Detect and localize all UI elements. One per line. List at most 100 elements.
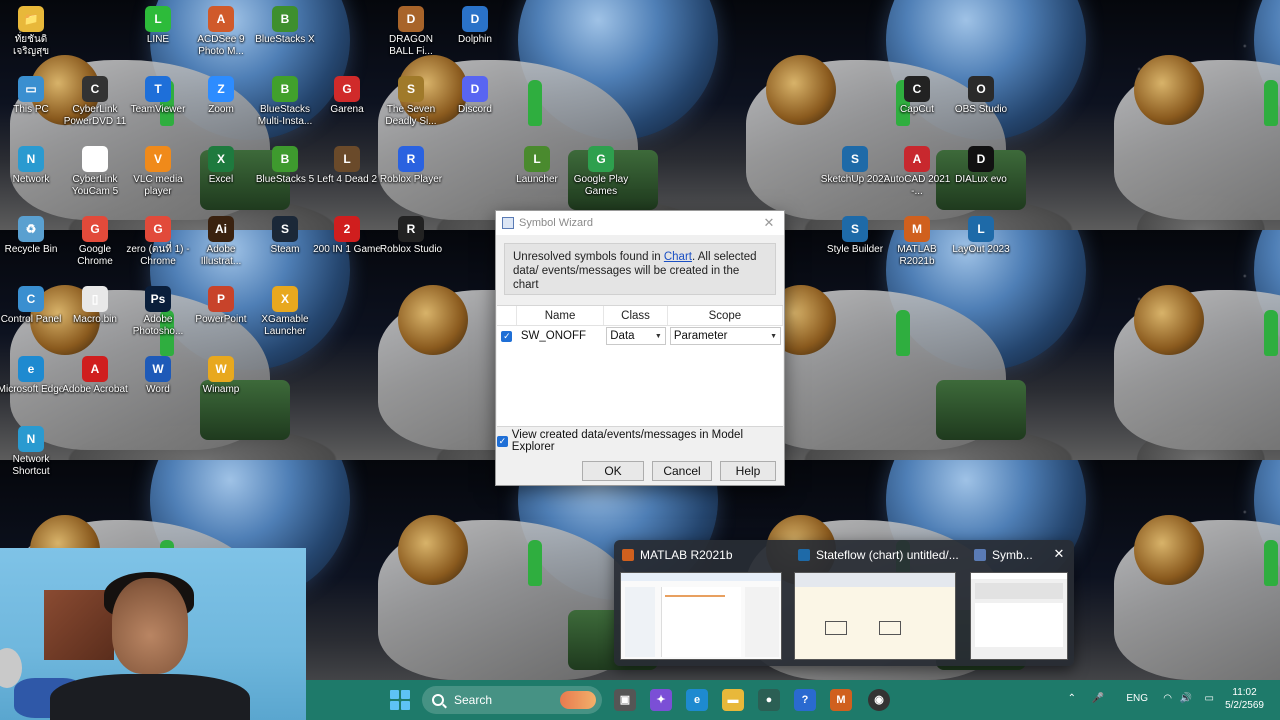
- desktop-icon[interactable]: P PowerPoint: [186, 286, 256, 326]
- matlab-icon[interactable]: M: [830, 689, 852, 711]
- desktop-icon[interactable]: D DIALux evo: [946, 146, 1016, 186]
- desktop-icon[interactable]: C CapCut: [882, 76, 952, 116]
- desktop-icon-label: Network Shortcut: [12, 454, 50, 477]
- desktop-icon[interactable]: L LayOut 2023: [946, 216, 1016, 256]
- chevron-up-icon[interactable]: ⌃: [1068, 693, 1076, 704]
- desktop-icon[interactable]: B BlueStacks 5: [250, 146, 320, 186]
- desktop-icon[interactable]: G Garena: [312, 76, 382, 116]
- header-name[interactable]: Name: [517, 306, 605, 325]
- desktop-icon[interactable]: D Dolphin: [440, 6, 510, 46]
- wallpaper-tile: [1104, 0, 1280, 230]
- preview-stateflow[interactable]: Stateflow (chart) untitled/...: [790, 540, 966, 666]
- desktop-icon[interactable]: W Word: [123, 356, 193, 396]
- battery-icon[interactable]: ▭: [1205, 693, 1214, 704]
- desktop-icon[interactable]: 2 200 IN 1 Game: [312, 216, 382, 256]
- desktop-icon-label: Recycle Bin: [4, 244, 58, 255]
- desktop-icon-label: Zoom: [208, 104, 234, 115]
- edge-icon[interactable]: e: [686, 689, 708, 711]
- desktop-icon[interactable]: N Network Shortcut: [0, 426, 66, 478]
- desktop-icon[interactable]: N Network: [0, 146, 66, 186]
- desktop-icon[interactable]: Ai Adobe Illustrat...: [186, 216, 256, 268]
- header-scope[interactable]: Scope: [668, 306, 783, 325]
- desktop-icon[interactable]: ▭ This PC: [0, 76, 66, 116]
- desktop-icon[interactable]: D Discord: [440, 76, 510, 116]
- desktop-icon[interactable]: R Roblox Player: [376, 146, 446, 186]
- desktop-icon[interactable]: Gzero (ตนที่ 1) - Chrome: [123, 216, 193, 268]
- desktop-icon[interactable]: S The Seven Deadly Si...: [376, 76, 446, 128]
- desktop-icon[interactable]: Z Zoom: [186, 76, 256, 116]
- copilot-icon[interactable]: ✦: [650, 689, 672, 711]
- obs-studio-icon[interactable]: ◉: [868, 689, 890, 711]
- file-explorer-icon[interactable]: ▬: [722, 689, 744, 711]
- view-in-model-explorer-option[interactable]: ✓ View created data/events/messages in M…: [497, 429, 784, 453]
- desktop-icon[interactable]: R Roblox Studio: [376, 216, 446, 256]
- desktop-icon-label: Roblox Studio: [379, 244, 443, 255]
- desktop-icon-label: XGamable Launcher: [261, 314, 309, 337]
- preview-matlab[interactable]: MATLAB R2021b: [614, 540, 790, 666]
- desktop-icon-label: Control Panel: [0, 314, 62, 325]
- desktop-icon[interactable]: M MATLAB R2021b: [882, 216, 952, 268]
- row-checkbox[interactable]: ✓: [501, 330, 513, 342]
- desktop-icon[interactable]: X XGamable Launcher: [250, 286, 320, 338]
- desktop-icon[interactable]: Y CyberLink YouCam 5: [60, 146, 130, 198]
- cancel-button[interactable]: Cancel: [652, 461, 712, 481]
- app-icon: ♻: [18, 216, 44, 242]
- desktop-icon[interactable]: L Left 4 Dead 2: [312, 146, 382, 186]
- stateflow-icon: [798, 549, 810, 561]
- app-icon[interactable]: ?: [794, 689, 816, 711]
- desktop-icon[interactable]: A Adobe Acrobat: [60, 356, 130, 396]
- desktop-icon[interactable]: B BlueStacks Multi-Insta...: [250, 76, 320, 128]
- scope-dropdown[interactable]: Parameter ▼: [669, 327, 781, 345]
- desktop-icon[interactable]: L Launcher: [502, 146, 572, 186]
- desktop-icon[interactable]: G Google Chrome: [60, 216, 130, 268]
- desktop-icon-label: Winamp: [202, 384, 240, 395]
- desktop-icon[interactable]: T TeamViewer: [123, 76, 193, 116]
- desktop-icon[interactable]: G Google Play Games: [566, 146, 636, 198]
- header-class[interactable]: Class: [604, 306, 668, 325]
- desktop-icon[interactable]: V VLC media player: [123, 146, 193, 198]
- view-in-model-explorer-checkbox[interactable]: ✓: [497, 435, 508, 447]
- desktop-icon[interactable]: 📁 ทั่ยชันดิ เจริญสุข: [0, 6, 66, 58]
- desktop-icon[interactable]: D DRAGON BALL Fi...: [376, 6, 446, 58]
- wifi-icon[interactable]: ◠: [1163, 693, 1172, 704]
- app-icon: O: [968, 76, 994, 102]
- desktop-icon[interactable]: S Steam: [250, 216, 320, 256]
- desktop-icon[interactable]: C Control Panel: [0, 286, 66, 326]
- desktop-icon[interactable]: ♻ Recycle Bin: [0, 216, 66, 256]
- desktop-icon[interactable]: X Excel: [186, 146, 256, 186]
- desktop-icon[interactable]: L LINE: [123, 6, 193, 46]
- volume-icon[interactable]: 🔊: [1180, 693, 1192, 704]
- class-dropdown[interactable]: Data ▼: [606, 327, 666, 345]
- desktop-icon-label: OBS Studio: [954, 104, 1008, 115]
- desktop-icon[interactable]: ▯ Macro.bin: [60, 286, 130, 326]
- preview-symbol-wizard[interactable]: Symb... ✕: [966, 540, 1074, 666]
- desktop-icon[interactable]: e Microsoft Edge: [0, 356, 66, 396]
- preview-symbol-wizard-thumbnail: [970, 572, 1068, 660]
- language-indicator[interactable]: ENG: [1126, 693, 1148, 704]
- taskbar-search[interactable]: Search: [422, 686, 602, 714]
- desktop-icon[interactable]: A AutoCAD 2021 -...: [882, 146, 952, 198]
- desktop-icon[interactable]: B BlueStacks X: [250, 6, 320, 46]
- task-view-icon[interactable]: ▣: [614, 689, 636, 711]
- desktop-icon-label: BlueStacks X: [255, 34, 315, 45]
- microphone-icon[interactable]: 🎤: [1092, 693, 1104, 704]
- app-icon[interactable]: ●: [758, 689, 780, 711]
- close-icon[interactable]: ✕: [1050, 546, 1068, 562]
- clock[interactable]: 11:02 5/2/2569: [1225, 686, 1264, 712]
- desktop-icon[interactable]: A ACDSee 9 Photo M...: [186, 6, 256, 58]
- ok-button[interactable]: OK: [582, 461, 644, 481]
- desktop-icon[interactable]: S SketchUp 2023: [820, 146, 890, 186]
- desktop-icon[interactable]: O OBS Studio: [946, 76, 1016, 116]
- windows-start-icon[interactable]: [390, 690, 410, 710]
- desktop-icon[interactable]: W Winamp: [186, 356, 256, 396]
- close-icon[interactable]: ✕: [760, 214, 778, 232]
- desktop-icon[interactable]: Ps Adobe Photosho...: [123, 286, 193, 338]
- desktop-icon-label: zero (ตนที่ 1) - Chrome: [126, 244, 190, 267]
- help-button[interactable]: Help: [720, 461, 776, 481]
- dialog-titlebar[interactable]: Symbol Wizard ✕: [496, 211, 784, 235]
- symbols-table: Name Class Scope ✓ SW_ONOFF Data ▼ Param…: [497, 305, 783, 427]
- desktop-icon-label: Dolphin: [458, 34, 492, 45]
- chart-link[interactable]: Chart: [664, 251, 692, 263]
- desktop-icon[interactable]: S Style Builder: [820, 216, 890, 256]
- desktop-icon[interactable]: C CyberLink PowerDVD 11: [60, 76, 130, 128]
